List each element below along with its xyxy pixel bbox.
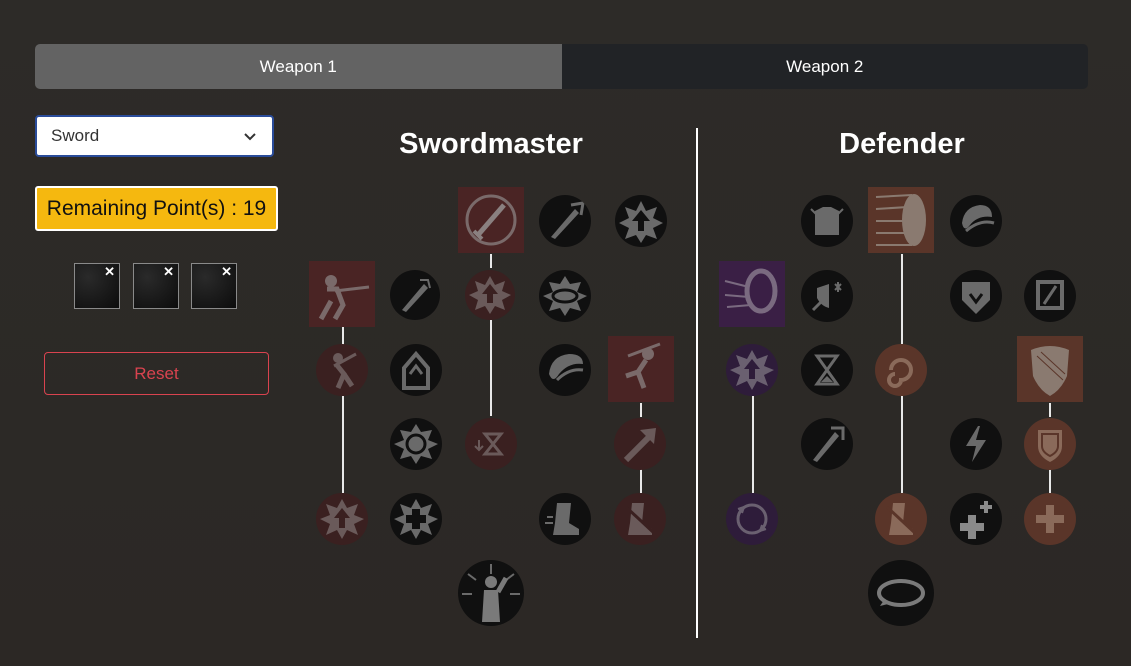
skill-boot-dash-icon[interactable] [539,493,591,545]
connector-line [1049,403,1051,417]
remaining-points-badge: Remaining Point(s) : 19 [35,186,278,231]
skill-great-shield-icon[interactable] [1017,336,1083,402]
skill-kick-icon[interactable] [875,493,927,545]
skill-arrow-dash-icon[interactable] [614,418,666,470]
skill-armor-icon[interactable] [801,195,853,247]
connector-line [752,396,754,493]
skill-thrust-icon[interactable] [309,261,375,327]
weapon-select-value: Sword [51,126,100,145]
weapon-select[interactable]: Sword [35,115,274,157]
reset-button[interactable]: Reset [44,352,269,395]
tab-weapon-1[interactable]: Weapon 1 [35,44,562,89]
skill-ultimate-rage-icon[interactable] [458,560,524,626]
connector-line [640,469,642,493]
skill-shield-block-icon[interactable] [1024,270,1076,322]
skill-hourglass-icon[interactable] [801,344,853,396]
connector-line [640,403,642,417]
skill-whirl-icon[interactable] [539,270,591,322]
connector-line [490,254,492,268]
skill-hourglass-down-icon[interactable] [465,418,517,470]
tree-title-swordmaster: Swordmaster [399,128,583,160]
skill-shield-bash-icon[interactable] [950,195,1002,247]
skill-vortex-icon[interactable] [875,344,927,396]
connector-line [901,254,903,344]
skill-shield-emblem-icon[interactable] [1024,418,1076,470]
skill-sword-dash-icon[interactable] [539,195,591,247]
slot-3-close-icon[interactable]: ✕ [221,265,232,279]
skill-burst-up-red-icon[interactable] [465,270,515,320]
skill-orbit-icon[interactable] [726,493,778,545]
skill-shield-charge-icon[interactable] [719,261,785,327]
skill-ultimate-ring-icon[interactable] [868,560,934,626]
skill-shield-swipe-icon[interactable] [539,344,591,396]
slot-1-close-icon[interactable]: ✕ [104,265,115,279]
skill-burst-up-icon[interactable] [615,195,667,247]
connector-line [490,320,492,416]
skill-frost-shield-icon[interactable] [801,270,853,322]
skill-dagger-icon[interactable] [390,270,440,320]
weapon-tabs: Weapon 1 Weapon 2 [35,44,1088,89]
skill-multi-heal-icon[interactable] [950,493,1002,545]
skill-sword-circle-icon[interactable] [458,187,524,253]
skill-heal-cross-icon[interactable] [1024,493,1076,545]
slot-2-close-icon[interactable]: ✕ [163,265,174,279]
skill-slot-2[interactable]: ✕ [133,263,179,309]
skill-heal-burst-icon[interactable] [390,493,442,545]
skill-lunge-icon[interactable] [316,344,368,396]
chevron-down-icon [244,133,256,141]
skill-leap-strike-icon[interactable] [608,336,674,402]
tree-title-defender: Defender [839,128,965,160]
skill-tower-shield-icon[interactable] [868,187,934,253]
connector-line [1049,469,1051,493]
skill-shield-down-icon[interactable] [950,270,1002,322]
tab-weapon-2[interactable]: Weapon 2 [561,44,1088,89]
skill-slot-1[interactable]: ✕ [74,263,120,309]
skill-burst-up-purple-icon[interactable] [726,344,778,396]
skill-lightning-icon[interactable] [950,418,1002,470]
skill-boot-slash-icon[interactable] [614,493,666,545]
skill-greatsword-icon[interactable] [801,418,853,470]
skill-spin-burst-icon[interactable] [390,418,442,470]
skill-burst-up-lower-icon[interactable] [316,493,368,545]
skill-boot-up-icon[interactable] [390,344,442,396]
skill-slot-3[interactable]: ✕ [191,263,237,309]
connector-line [901,396,903,493]
connector-line [342,326,344,346]
connector-line [342,396,344,493]
tree-divider [696,128,698,638]
